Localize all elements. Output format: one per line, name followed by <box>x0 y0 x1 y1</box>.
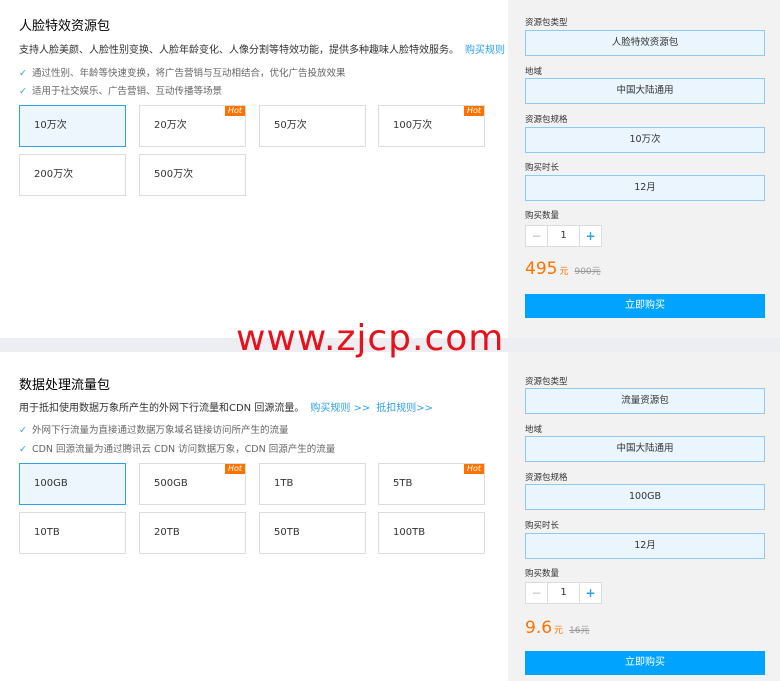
feature-text: 通过性别、年龄等快速变换，将广告营销与互动相结合，优化广告投放效果 <box>31 68 346 79</box>
feature-text: 适用于社交娱乐、广告营销、互动传播等场景 <box>31 86 222 97</box>
option-10w[interactable]: 10万次 <box>19 105 126 147</box>
hot-badge: Hot <box>224 106 245 116</box>
feature-item: ✓ 适用于社交娱乐、广告营销、互动传播等场景 <box>19 83 222 97</box>
price-display: 495 元 900元 <box>525 259 601 279</box>
purchase-form-panel: 资源包类型 流量资源包 地域 中国大陆通用 资源包规格 100GB 购买时长 1… <box>508 352 780 681</box>
package-type-label: 资源包类型 <box>525 377 568 387</box>
check-icon: ✓ <box>19 425 27 436</box>
price-value: 9.6 <box>525 618 553 638</box>
feature-item: ✓ CDN 回源流量为通过腾讯云 CDN 访问数据万象，CDN 回源产生的流量 <box>19 441 335 455</box>
original-price: 900元 <box>574 267 601 277</box>
original-price: 16元 <box>569 626 590 636</box>
region-select[interactable]: 中国大陆通用 <box>525 436 765 462</box>
face-effect-package-section: 人脸特效资源包 支持人脸美颜、人脸性别变换、人脸年龄变化、人像分割等特效功能，提… <box>0 0 780 338</box>
section-description: 用于抵扣使用数据万象所产生的外网下行流量和CDN 回源流量。 购买规则 >> 抵扣规… <box>19 399 433 414</box>
quantity-value[interactable]: 1 <box>548 226 579 246</box>
minus-icon[interactable]: − <box>526 583 548 603</box>
option-label: 100GB <box>34 478 68 489</box>
option-label: 100万次 <box>393 120 433 131</box>
option-100w[interactable]: 100万次 Hot <box>378 105 485 147</box>
feature-text: CDN 回源流量为通过腾讯云 CDN 访问数据万象，CDN 回源产生的流量 <box>31 444 336 455</box>
section-title: 人脸特效资源包 <box>19 19 111 34</box>
option-label: 20TB <box>154 527 180 538</box>
option-label: 100TB <box>393 527 426 538</box>
quantity-stepper: − 1 + <box>525 582 602 604</box>
purchase-rules-link[interactable]: 购买规则 >> <box>310 403 370 414</box>
option-label: 5TB <box>393 478 413 489</box>
data-traffic-package-section: 数据处理流量包 用于抵扣使用数据万象所产生的外网下行流量和CDN 回源流量。 购买… <box>0 352 780 681</box>
option-100gb[interactable]: 100GB <box>19 463 126 505</box>
purchase-form-panel: 资源包类型 人脸特效资源包 地域 中国大陆通用 资源包规格 10万次 购买时长 … <box>508 0 780 338</box>
spec-select[interactable]: 10万次 <box>525 127 765 153</box>
option-1tb[interactable]: 1TB <box>259 463 366 505</box>
duration-select[interactable]: 12月 <box>525 533 765 559</box>
region-label: 地域 <box>525 67 543 77</box>
package-type-label: 资源包类型 <box>525 18 568 28</box>
duration-label: 购买时长 <box>525 521 560 531</box>
price-display: 9.6 元 16元 <box>525 618 590 638</box>
option-label: 50TB <box>274 527 300 538</box>
option-label: 10TB <box>34 527 60 538</box>
package-info-panel: 数据处理流量包 用于抵扣使用数据万象所产生的外网下行流量和CDN 回源流量。 购买… <box>0 352 508 681</box>
option-200w[interactable]: 200万次 <box>19 154 126 196</box>
option-500w[interactable]: 500万次 <box>139 154 246 196</box>
option-label: 10万次 <box>34 120 67 131</box>
check-icon: ✓ <box>19 68 27 79</box>
hot-badge: Hot <box>224 464 245 474</box>
feature-item: ✓ 通过性别、年龄等快速变换，将广告营销与互动相结合，优化广告投放效果 <box>19 65 345 79</box>
price-unit: 元 <box>559 267 569 277</box>
minus-icon[interactable]: − <box>526 226 548 246</box>
feature-text: 外网下行流量为直接通过数据万象域名链接访问所产生的流量 <box>31 425 289 436</box>
option-500gb[interactable]: 500GB Hot <box>139 463 246 505</box>
spec-label: 资源包规格 <box>525 115 568 125</box>
quantity-stepper: − 1 + <box>525 225 602 247</box>
option-label: 200万次 <box>34 169 74 180</box>
quantity-label: 购买数量 <box>525 211 560 221</box>
option-label: 500万次 <box>154 169 194 180</box>
deduction-rules-link[interactable]: 抵扣规则>> <box>376 403 433 414</box>
package-type-select[interactable]: 人脸特效资源包 <box>525 30 765 56</box>
option-label: 500GB <box>154 478 188 489</box>
check-icon: ✓ <box>19 86 27 97</box>
buy-now-button[interactable]: 立即购买 <box>525 651 765 675</box>
option-20w[interactable]: 20万次 Hot <box>139 105 246 147</box>
option-50tb[interactable]: 50TB <box>259 512 366 554</box>
option-label: 50万次 <box>274 120 307 131</box>
hot-badge: Hot <box>463 464 484 474</box>
feature-item: ✓ 外网下行流量为直接通过数据万象域名链接访问所产生的流量 <box>19 422 288 436</box>
spec-select[interactable]: 100GB <box>525 484 765 510</box>
section-description: 支持人脸美颜、人脸性别变换、人脸年龄变化、人像分割等特效功能，提供多种趣味人脸特… <box>19 41 525 56</box>
price-value: 495 <box>525 259 558 279</box>
duration-label: 购买时长 <box>525 163 560 173</box>
package-type-select[interactable]: 流量资源包 <box>525 388 765 414</box>
plus-icon[interactable]: + <box>579 583 601 603</box>
hot-badge: Hot <box>463 106 484 116</box>
buy-now-button[interactable]: 立即购买 <box>525 294 765 318</box>
option-20tb[interactable]: 20TB <box>139 512 246 554</box>
quantity-label: 购买数量 <box>525 569 560 579</box>
option-10tb[interactable]: 10TB <box>19 512 126 554</box>
description-text: 用于抵扣使用数据万象所产生的外网下行流量和CDN 回源流量。 <box>19 403 305 414</box>
region-select[interactable]: 中国大陆通用 <box>525 78 765 104</box>
check-icon: ✓ <box>19 444 27 455</box>
option-50w[interactable]: 50万次 <box>259 105 366 147</box>
price-unit: 元 <box>554 626 564 636</box>
option-label: 1TB <box>274 478 294 489</box>
description-text: 支持人脸美颜、人脸性别变换、人脸年龄变化、人像分割等特效功能，提供多种趣味人脸特… <box>19 45 459 56</box>
option-5tb[interactable]: 5TB Hot <box>378 463 485 505</box>
option-100tb[interactable]: 100TB <box>378 512 485 554</box>
spec-label: 资源包规格 <box>525 473 568 483</box>
section-title: 数据处理流量包 <box>19 378 111 393</box>
watermark-text: www.zjcp.com <box>236 318 505 359</box>
plus-icon[interactable]: + <box>579 226 601 246</box>
quantity-value[interactable]: 1 <box>548 583 579 603</box>
package-info-panel: 人脸特效资源包 支持人脸美颜、人脸性别变换、人脸年龄变化、人像分割等特效功能，提… <box>0 0 525 338</box>
region-label: 地域 <box>525 425 543 435</box>
option-label: 20万次 <box>154 120 187 131</box>
duration-select[interactable]: 12月 <box>525 175 765 201</box>
